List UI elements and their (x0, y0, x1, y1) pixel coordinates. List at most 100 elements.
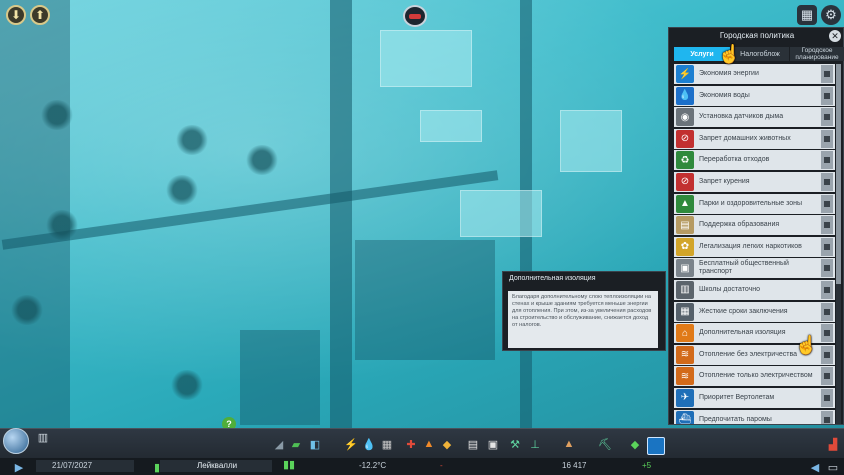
demand-bars-icon[interactable]: ▮▮ (282, 457, 296, 471)
panel-title: Городская политика (719, 31, 795, 40)
policy-toggle[interactable] (821, 388, 833, 407)
roads-icon[interactable]: ◢ (272, 437, 286, 451)
transport-icon[interactable]: ▣ (486, 437, 500, 451)
policy-toggle[interactable] (821, 237, 833, 256)
bulldozer-icon[interactable]: ⛏ (598, 437, 612, 451)
economy-icon[interactable]: ◆ (628, 437, 642, 451)
unlock-button[interactable]: ⬆ (30, 5, 50, 25)
scrollbar-thumb[interactable] (836, 64, 841, 284)
policy-toggle[interactable] (821, 129, 833, 148)
helicopter-icon: ✈ (676, 388, 694, 407)
map-tree (245, 145, 279, 175)
map-building (560, 110, 622, 172)
globe-icon[interactable] (3, 428, 29, 454)
policy-label: Экономия воды (699, 91, 750, 99)
industry-icon[interactable]: ⚒ (508, 437, 522, 451)
policy-item[interactable]: ⊘ Запрет домашних животных (674, 128, 835, 149)
policy-toggle[interactable] (821, 151, 833, 170)
close-icon: ✕ (831, 31, 839, 41)
map-tree (175, 125, 209, 155)
policy-label: Отопление только электричеством (699, 372, 813, 380)
play-button[interactable]: ▶ (12, 460, 26, 474)
chirper-bird-icon[interactable] (403, 5, 427, 27)
heating-icon: ≋ (676, 345, 694, 364)
policy-label: Парки и оздоровительные зоны (699, 199, 803, 207)
policy-toggle[interactable] (821, 410, 833, 424)
policy-toggle[interactable] (821, 65, 833, 83)
date-label: 21/07/2027 (52, 461, 93, 470)
settings-button[interactable]: ⚙ (821, 5, 841, 25)
policy-toggle[interactable] (821, 108, 833, 127)
policy-item[interactable]: ≋ Отопление только электричеством (674, 366, 835, 387)
download-button[interactable]: ⬇ (6, 5, 26, 25)
policies-button[interactable] (647, 437, 665, 455)
policy-toggle[interactable] (821, 280, 833, 299)
close-button[interactable]: ✕ (829, 30, 841, 42)
lightning-icon: ⚡ (676, 65, 694, 83)
policy-toggle[interactable] (821, 172, 833, 191)
policy-tooltip: Дополнительная изоляция Благодаря дополн… (502, 271, 666, 351)
policy-list: ⚡ Экономия энергии 💧 Экономия воды ◉ Установк… (674, 64, 835, 424)
policy-item[interactable]: ◉ Установка датчиков дыма (674, 107, 835, 128)
policy-item[interactable]: ▲ Парки и оздоровительные зоны (674, 193, 835, 214)
city-name[interactable]: Лейквалли (197, 460, 237, 472)
water-icon[interactable]: 💧 (362, 437, 376, 451)
unlock-icon: ⬆ (34, 8, 46, 22)
policy-toggle[interactable] (821, 259, 833, 278)
policy-item[interactable]: ⊘ Запрет курения (674, 171, 835, 192)
skyscraper-icon[interactable]: ▥ (36, 430, 50, 444)
policy-item[interactable]: ▦ Жесткие сроки заключения (674, 301, 835, 322)
policy-label: Бесплатный общественный транспорт (699, 260, 789, 276)
policy-item[interactable]: ▥ Школы достаточно (674, 279, 835, 300)
map-shadow (240, 330, 320, 425)
policy-scrollbar[interactable] (836, 64, 841, 424)
screen-icon[interactable]: ▭ (826, 460, 840, 474)
temperature-label: -12.2°C (359, 461, 387, 470)
policy-toggle[interactable] (821, 216, 833, 235)
zoning-icon[interactable]: ▰ (289, 437, 303, 451)
map-shadow (355, 240, 495, 360)
chart-icon[interactable]: ▟ (826, 437, 840, 451)
tab-city-planning[interactable]: Городское планирование (790, 47, 844, 61)
policy-item[interactable]: ⚡ Экономия энергии (674, 64, 835, 84)
electricity-icon[interactable]: ⚡ (344, 437, 358, 451)
policy-label: Школы достаточно (699, 285, 760, 293)
policy-toggle[interactable] (821, 302, 833, 321)
policy-label: Легализация легких наркотиков (699, 242, 802, 250)
monument-icon[interactable]: ⊥ (528, 437, 542, 451)
policy-toggle[interactable] (821, 345, 833, 364)
unlock-progress-icon: ◀ (810, 461, 820, 474)
insulation-icon: ⌂ (676, 324, 694, 343)
download-icon: ⬇ (10, 8, 22, 22)
policy-toggle[interactable] (821, 324, 833, 343)
education-icon[interactable]: ▤ (466, 437, 480, 451)
water-drop-icon: 💧 (676, 86, 694, 105)
fire-icon[interactable]: ▲ (422, 437, 436, 451)
garbage-icon[interactable]: ▦ (380, 437, 394, 451)
policy-label: Предпочитать паромы (699, 415, 772, 423)
recycle-icon: ♻ (676, 151, 694, 170)
policy-item[interactable]: ♻ Переработка отходов (674, 150, 835, 171)
policy-label: Приоритет Вертолетам (699, 393, 775, 401)
policy-toggle[interactable] (821, 194, 833, 213)
health-icon[interactable]: ✚ (404, 437, 418, 451)
police-icon[interactable]: ◆ (440, 437, 454, 451)
policy-label: Поддержка образования (699, 221, 780, 229)
policy-item[interactable]: ⛴ Предпочитать паромы (674, 409, 835, 424)
policy-toggle[interactable] (821, 86, 833, 105)
policy-item[interactable]: ▤ Поддержка образования (674, 215, 835, 236)
tooltip-description: Благодаря дополнительному слою теплоизол… (508, 291, 658, 348)
city-info-button[interactable]: ▦ (797, 5, 817, 25)
smoke-detector-icon: ◉ (676, 108, 694, 127)
policy-item[interactable]: ▣ Бесплатный общественный транспорт (674, 258, 835, 279)
hand-cursor-icon: ☝ (795, 335, 818, 355)
landmark-icon[interactable]: ▲ (562, 437, 576, 451)
policy-item[interactable]: ✈ Приоритет Вертолетам (674, 387, 835, 408)
hand-cursor-icon: ☝ (718, 44, 741, 64)
policy-toggle[interactable] (821, 367, 833, 386)
policy-item[interactable]: ✿ Легализация легких наркотиков (674, 236, 835, 257)
districts-icon[interactable]: ◧ (308, 437, 322, 451)
map-road (1, 170, 499, 250)
policy-item[interactable]: 💧 Экономия воды (674, 85, 835, 106)
map-tree (165, 175, 199, 205)
